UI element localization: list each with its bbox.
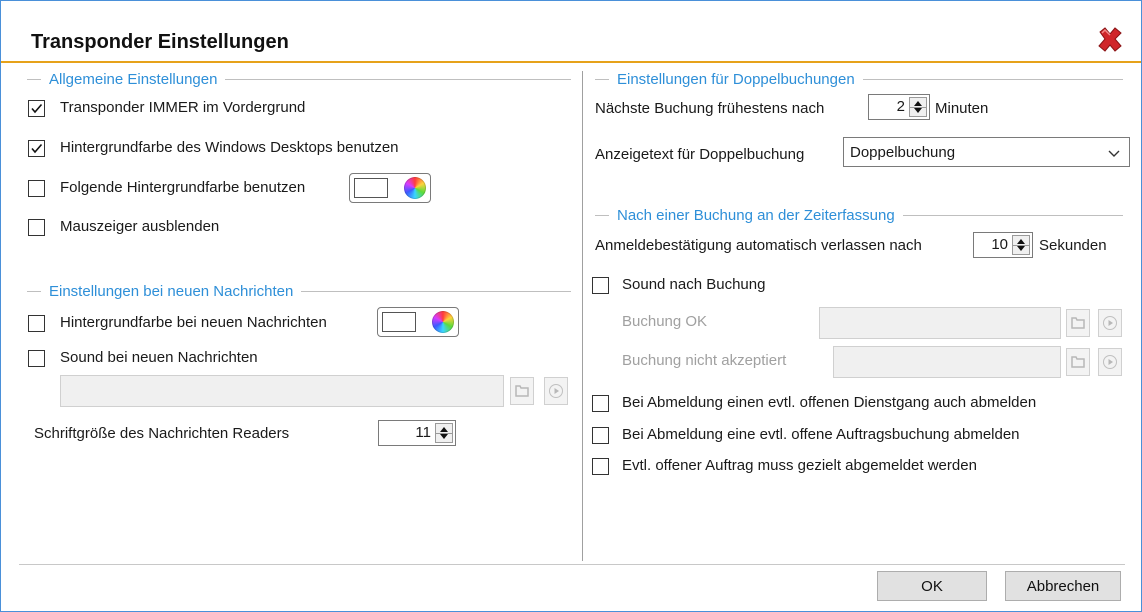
section-general-heading: Allgemeine Einstellungen [27,69,571,89]
sound-new-msg-label[interactable]: Sound bei neuen Nachrichten [60,349,258,366]
booking-rejected-label: Buchung nicht akzeptiert [622,352,787,369]
play-booking-rejected-button [1098,348,1122,376]
browse-booking-ok-button [1066,309,1090,337]
new-msg-color-picker[interactable] [377,307,459,337]
booking-ok-sound-field [819,307,1061,339]
play-sound-button [544,377,568,405]
font-size-label: Schriftgröße des Nachrichten Readers [34,425,290,442]
hide-cursor-label[interactable]: Mauszeiger ausblenden [60,218,219,235]
chevron-down-icon [1108,150,1120,157]
folder-icon [1071,356,1085,368]
use-custom-bg-checkbox[interactable] [28,180,45,197]
font-size-value[interactable]: 11 [415,424,431,441]
browse-booking-rejected-button [1066,348,1090,376]
auto-leave-stepper[interactable]: 10 [973,232,1033,258]
dialog-title: Transponder Einstellungen [31,31,289,53]
next-booking-stepper[interactable]: 2 [868,94,930,120]
display-text-value[interactable]: Doppelbuchung [850,144,955,161]
ok-button[interactable]: OK [877,571,987,601]
next-booking-unit: Minuten [935,100,989,117]
display-text-label: Anzeigetext für Doppelbuchung [595,146,805,163]
footer-divider [19,564,1125,565]
custom-bg-color-picker[interactable] [349,173,431,203]
play-icon [1103,355,1117,369]
hide-cursor-checkbox[interactable] [28,219,45,236]
auto-leave-label: Anmeldebestätigung automatisch verlassen… [595,237,922,254]
spin-arrows[interactable] [1012,235,1030,255]
play-icon [549,384,563,398]
always-foreground-label[interactable]: Transponder IMMER im Vordergrund [60,99,305,116]
color-wheel-icon [432,311,454,333]
display-text-select[interactable]: Doppelbuchung [843,137,1130,167]
bg-new-msg-label[interactable]: Hintergrundfarbe bei neuen Nachrichten [60,314,327,331]
folder-icon [1071,317,1085,329]
always-foreground-checkbox[interactable] [28,100,45,117]
use-desktop-bg-label[interactable]: Hintergrundfarbe des Windows Desktops be… [60,139,399,156]
next-booking-label: Nächste Buchung frühestens nach [595,100,825,117]
explicit-order-checkbox[interactable] [592,458,609,475]
spin-arrows[interactable] [909,97,927,117]
section-double-booking-heading: Einstellungen für Doppelbuchungen [595,69,1123,89]
auto-leave-unit: Sekunden [1039,237,1107,254]
folder-icon [515,385,529,397]
section-messages-heading: Einstellungen bei neuen Nachrichten [27,281,571,301]
bg-new-msg-checkbox[interactable] [28,315,45,332]
color-swatch [382,312,416,332]
title-bar: Transponder Einstellungen [1,1,1141,63]
next-booking-value[interactable]: 2 [897,98,905,115]
close-button[interactable] [1095,25,1125,55]
spin-arrows[interactable] [435,423,453,443]
booking-ok-label: Buchung OK [622,313,708,330]
color-swatch [354,178,388,198]
sound-after-booking-label[interactable]: Sound nach Buchung [622,276,765,293]
auto-leave-value[interactable]: 10 [991,236,1008,253]
use-desktop-bg-checkbox[interactable] [28,140,45,157]
color-wheel-icon [404,177,426,199]
booking-rejected-sound-field [833,346,1061,378]
play-booking-ok-button [1098,309,1122,337]
column-divider [582,71,583,561]
explicit-order-label[interactable]: Evtl. offener Auftrag muss gezielt abgem… [622,457,977,474]
sound-after-booking-checkbox[interactable] [592,277,609,294]
cancel-button[interactable]: Abbrechen [1005,571,1121,601]
section-after-booking-heading: Nach einer Buchung an der Zeiterfassung [595,205,1123,225]
font-size-stepper[interactable]: 11 [378,420,456,446]
play-icon [1103,316,1117,330]
sound-new-msg-checkbox[interactable] [28,350,45,367]
close-x-icon [1098,27,1122,52]
logout-errand-checkbox[interactable] [592,395,609,412]
settings-dialog: Transponder Einstellungen Allgemeine Ein… [0,0,1142,612]
browse-sound-button [510,377,534,405]
logout-errand-label[interactable]: Bei Abmeldung einen evtl. offenen Dienst… [622,394,1036,411]
new-msg-sound-file-field [60,375,504,407]
logout-order-checkbox[interactable] [592,427,609,444]
use-custom-bg-label[interactable]: Folgende Hintergrundfarbe benutzen [60,179,305,196]
logout-order-label[interactable]: Bei Abmeldung eine evtl. offene Auftrags… [622,426,1020,443]
